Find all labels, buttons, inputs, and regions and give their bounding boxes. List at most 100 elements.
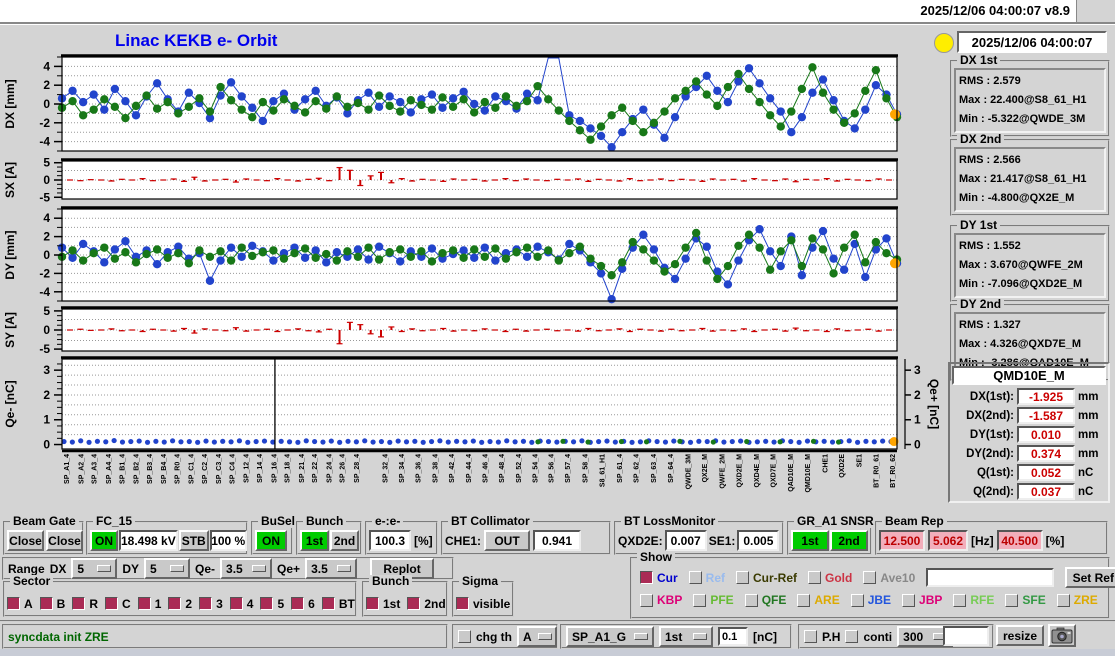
svg-text:SP_42_4: SP_42_4	[449, 454, 456, 483]
show-cur-checkbox[interactable]	[640, 571, 653, 584]
fc15-on-button[interactable]: ON	[90, 530, 118, 551]
sector-b-label: B	[56, 596, 66, 611]
monitor-row-unit: nC	[1078, 466, 1094, 479]
screenshot-button[interactable]	[1048, 624, 1076, 647]
fc15-title: FC_15	[93, 515, 136, 528]
beam-gate-close-2-button[interactable]: Close	[46, 530, 83, 551]
svg-text:0: 0	[43, 97, 50, 111]
stat-line: RMS : 1.552	[959, 240, 1021, 252]
monitor-row-unit: mm	[1078, 390, 1099, 403]
sector-bt-checkbox[interactable]	[321, 597, 335, 610]
show-qfe-checkbox[interactable]	[744, 593, 758, 607]
show-zre-label: ZRE	[1073, 593, 1098, 607]
svg-text:SY [A]: SY [A]	[3, 312, 17, 348]
status-message: syncdata init ZRE	[8, 629, 109, 644]
sector-2-checkbox[interactable]	[168, 597, 182, 610]
ee-ratio-group: e-:e- 100.3 [%]	[365, 515, 438, 555]
sector-6-checkbox[interactable]	[291, 597, 305, 610]
svg-text:SP_62_4: SP_62_4	[634, 454, 641, 483]
svg-text:QXD7E_M: QXD7E_M	[771, 454, 778, 488]
sector-6-label: 6	[308, 596, 315, 611]
monitor-row-label: Q(1st):	[976, 466, 1014, 479]
ph-checkbox[interactable]	[804, 630, 817, 643]
beam-gate-title: Beam Gate	[10, 515, 79, 528]
monitor-row-label: DX(2nd):	[966, 409, 1014, 422]
sp-bunch-select[interactable]: 1st	[659, 626, 713, 647]
plot-sx: 5 0 -5 SX [A]	[3, 156, 898, 204]
sector-3-checkbox[interactable]	[199, 597, 213, 610]
show-gold-checkbox[interactable]	[808, 571, 822, 584]
svg-text:SP_34_4: SP_34_4	[399, 454, 406, 483]
range-qem-select[interactable]: 3.5	[220, 558, 273, 579]
svg-text:SP_C2_4: SP_C2_4	[202, 454, 209, 484]
sector-b-checkbox[interactable]	[39, 597, 53, 610]
monitor-row-label: DY(2nd):	[966, 447, 1014, 460]
set-ref-button[interactable]: Set Ref	[1065, 567, 1115, 588]
range-dx-label: DX	[49, 561, 67, 576]
gr-snsr-1st-button[interactable]: 1st	[791, 530, 829, 551]
svg-text:-2: -2	[39, 266, 50, 280]
monitor-row-label: DY(1st):	[969, 428, 1014, 441]
svg-text:SP_26_4: SP_26_4	[340, 454, 347, 483]
sector-r-checkbox[interactable]	[72, 597, 86, 610]
bunch-select-title: Bunch	[369, 575, 413, 588]
show-jbe: JBE	[850, 593, 891, 607]
show-are-checkbox[interactable]	[797, 593, 811, 607]
monitor-row-label: Q(2nd):	[973, 485, 1014, 498]
fc15-stb-button[interactable]: STB	[178, 530, 209, 551]
range-dy-select[interactable]: 5	[144, 558, 191, 579]
sp-monitor-select[interactable]: SP_A1_G	[566, 626, 654, 647]
che1-state-button[interactable]: OUT	[484, 530, 531, 551]
show-cur-ref-checkbox[interactable]	[736, 571, 750, 584]
beam-gate-close-1-button[interactable]: Close	[7, 530, 44, 551]
count-input[interactable]	[943, 626, 989, 646]
svg-text:DX [mm]: DX [mm]	[3, 79, 17, 128]
bunch-1st-button[interactable]: 1st	[300, 530, 329, 551]
dropdown-dash-icon	[634, 633, 648, 640]
sector-5-checkbox[interactable]	[260, 597, 274, 610]
gr-snsr-2nd-button[interactable]: 2nd	[830, 530, 868, 551]
svg-text:0: 0	[43, 248, 50, 262]
show-jbp-checkbox[interactable]	[902, 593, 916, 607]
range-dx-select[interactable]: 5	[71, 558, 118, 579]
sector-a-label: A	[24, 596, 33, 611]
svg-text:QX2E_M: QX2E_M	[702, 454, 709, 483]
show-ave10-checkbox[interactable]	[863, 571, 877, 584]
conti-checkbox[interactable]	[845, 630, 859, 643]
stat-line: RMS : 2.566	[959, 154, 1021, 166]
show-rfe-checkbox[interactable]	[953, 593, 967, 607]
threshold-value-input[interactable]	[718, 627, 748, 646]
sector-4-checkbox[interactable]	[229, 597, 243, 610]
svg-text:SP_48_4: SP_48_4	[499, 454, 506, 483]
chg-th-checkbox[interactable]	[458, 630, 471, 643]
sector-a: A	[7, 597, 33, 611]
bunch-sel-2nd-checkbox[interactable]	[407, 597, 421, 610]
range-qep-select[interactable]: 3.5	[305, 558, 358, 579]
camera-icon	[1051, 627, 1073, 644]
sector-c-checkbox[interactable]	[105, 597, 119, 610]
beam-rep-percent-unit: [%]	[1045, 534, 1065, 548]
sigma-visible-checkbox[interactable]	[456, 597, 469, 610]
show-sfe-checkbox[interactable]	[1005, 593, 1019, 607]
show-zre-checkbox[interactable]	[1056, 593, 1070, 607]
orbit-statistics-panel: DX 1st RMS : 2.579 Max : 22.400@S8_61_H1 Mi…	[950, 54, 1110, 383]
busel-on-button[interactable]: ON	[255, 530, 287, 551]
ref-name-input[interactable]	[926, 568, 1055, 587]
gr-snsr-group: GR_A1 SNSR 1st 2nd	[787, 515, 877, 555]
bunch-sel-1st-checkbox[interactable]	[366, 597, 379, 610]
show-ref-checkbox[interactable]	[688, 571, 702, 584]
bunch-2nd-button[interactable]: 2nd	[330, 530, 359, 551]
bottom-strip	[0, 649, 1115, 656]
show-pfe-checkbox[interactable]	[693, 593, 707, 607]
sector-1-checkbox[interactable]	[137, 597, 151, 610]
svg-text:1: 1	[914, 413, 921, 427]
show-pfe: PFE	[693, 593, 734, 607]
resize-button[interactable]: resize	[996, 625, 1044, 646]
svg-text:QWDE_3M: QWDE_3M	[685, 454, 692, 490]
monitor-row: DY(2nd): 0.374 mm	[952, 444, 1106, 463]
show-qfe-label: QFE	[761, 593, 787, 607]
show-kbp-checkbox[interactable]	[640, 593, 653, 607]
show-jbe-checkbox[interactable]	[850, 593, 864, 607]
threshold-select[interactable]: A	[517, 626, 557, 647]
sector-a-checkbox[interactable]	[7, 597, 20, 610]
